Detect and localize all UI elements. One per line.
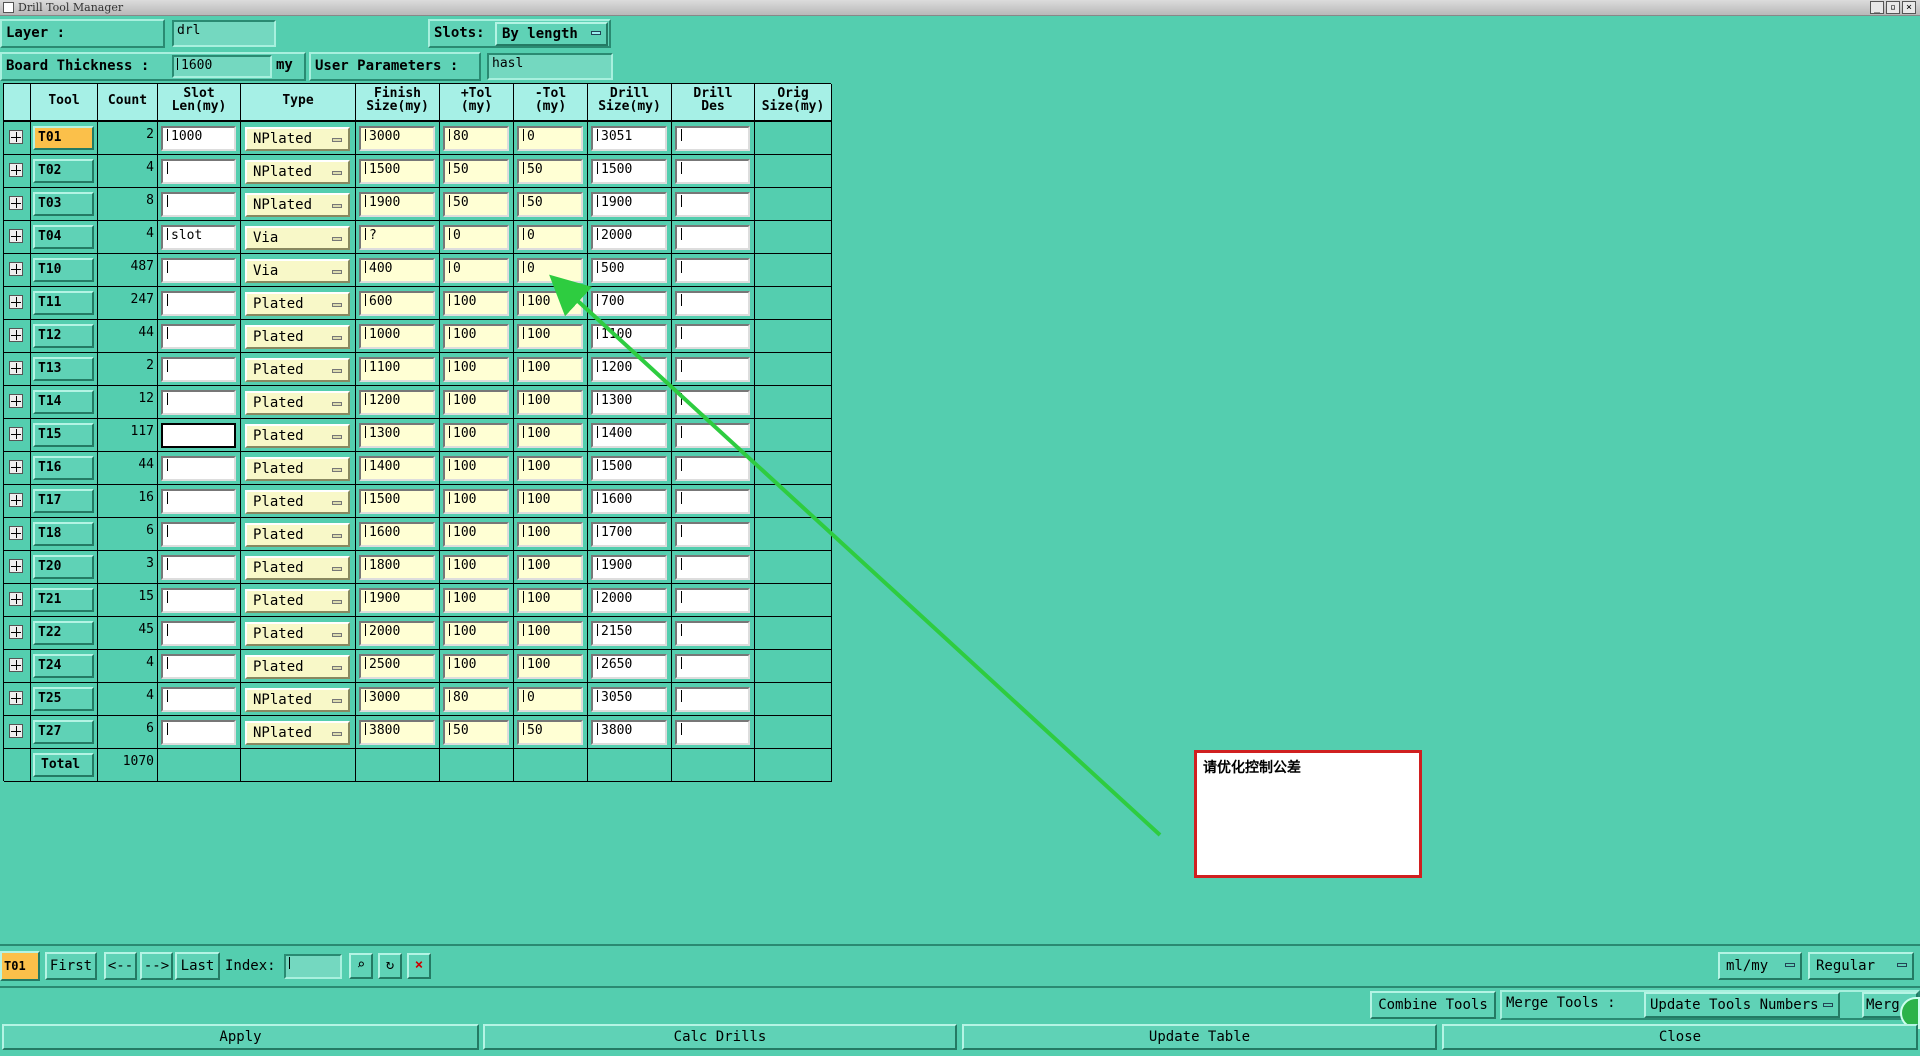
dropdown-indicator-icon xyxy=(1823,1003,1833,1007)
apply-button[interactable]: Apply xyxy=(2,1024,479,1050)
refresh-icon[interactable]: ↻ xyxy=(378,953,402,979)
calc-drills-button[interactable]: Calc Drills xyxy=(483,1024,957,1050)
delete-icon[interactable]: × xyxy=(407,953,431,979)
prev-button[interactable]: <-- xyxy=(104,952,137,980)
first-button[interactable]: First xyxy=(45,952,97,980)
combine-tools-button[interactable]: Combine Tools xyxy=(1370,991,1496,1019)
dropdown-indicator-icon xyxy=(1785,963,1795,967)
annotation-arrow xyxy=(549,274,1162,837)
units-dropdown[interactable]: ml/my xyxy=(1718,952,1802,980)
mode-dropdown[interactable]: Regular xyxy=(1808,952,1914,980)
index-field[interactable] xyxy=(284,954,342,979)
update-table-button[interactable]: Update Table xyxy=(962,1024,1437,1050)
close-button[interactable]: Close xyxy=(1442,1024,1918,1050)
index-label: Index: xyxy=(225,958,276,974)
arrow-line xyxy=(549,274,1162,837)
current-tool-indicator: T01 xyxy=(0,951,40,981)
units-value: ml/my xyxy=(1726,958,1769,974)
merge-tools-dropdown[interactable]: Update Tools Numbers xyxy=(1644,992,1840,1018)
next-button[interactable]: --> xyxy=(140,952,173,980)
separator xyxy=(0,986,1920,988)
merge-tools-label: Merge Tools : xyxy=(1506,995,1616,1011)
last-button[interactable]: Last xyxy=(175,952,220,980)
separator xyxy=(0,944,1920,946)
search-tool-icon[interactable]: ⌕ xyxy=(349,953,373,979)
mode-value: Regular xyxy=(1816,958,1876,974)
dropdown-indicator-icon xyxy=(1897,963,1907,967)
annotation-note: 请优化控制公差 xyxy=(1194,750,1422,878)
annotation-text: 请优化控制公差 xyxy=(1203,760,1301,776)
merge-tools-value: Update Tools Numbers xyxy=(1650,997,1819,1013)
